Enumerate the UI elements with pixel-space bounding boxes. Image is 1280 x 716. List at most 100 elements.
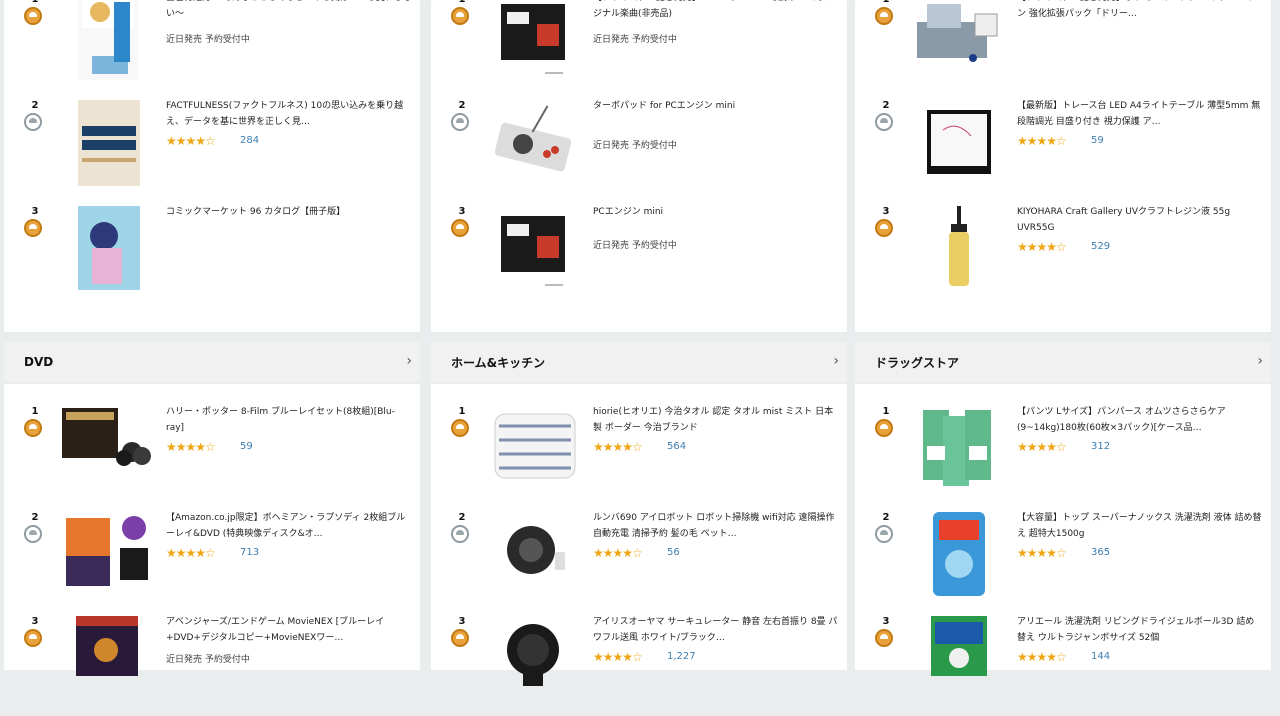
medal-gold-icon <box>875 629 893 647</box>
bestseller-card: 1 hiorie(ヒオリエ) 今治タオル 認定 タオル mist ミスト 日本製… <box>431 384 847 686</box>
review-count[interactable]: 56 <box>667 547 680 558</box>
product-title[interactable]: ルンバ690 アイロボット ロボット掃除機 wifi対応 遠隔操作 自動充電 清… <box>593 510 839 542</box>
product-thumbnail[interactable] <box>62 402 152 490</box>
medal-gold-icon <box>875 419 893 437</box>
list-item[interactable]: 2 ルンバ690 アイロボット ロボット掃除機 wifi対応 遠隔操作 自動充電… <box>431 512 847 612</box>
column-books: 1 自己肯定力 〜そんなこともあるさ…やる気はいつも変わらない〜 近日発売 予約… <box>4 0 420 676</box>
product-title[interactable]: 【パンツ Lサイズ】パンパース オムツさらさらケア (9~14kg)180枚(6… <box>1017 404 1263 436</box>
product-title[interactable]: アイリスオーヤマ サーキュレーター 静音 左右首振り 8畳 パワフル送風 ホワイ… <box>593 614 839 646</box>
list-item[interactable]: 3 KIYOHARA Craft Gallery UVクラフトレジン液 55g … <box>855 206 1271 306</box>
product-thumbnail[interactable] <box>62 100 152 188</box>
category-header[interactable]: ホーム&キッチン › <box>431 342 847 382</box>
product-title[interactable]: ハリー・ポッター 8-Film ブルーレイセット(8枚組)[Blu-ray] <box>166 404 412 436</box>
medal-gold-icon <box>24 419 42 437</box>
medal-gold-icon <box>875 7 893 25</box>
list-item[interactable]: 3 コミックマーケット 96 カタログ【冊子版】 <box>4 206 420 306</box>
product-title[interactable]: 【Amazon.co.jp限定】ボヘミアン・ラプソディ 2枚組ブルーレイ&DVD… <box>166 510 412 542</box>
list-item[interactable]: 3 PCエンジン mini 近日発売 予約受付中 <box>431 206 847 306</box>
list-item[interactable]: 1 【プライムデー記念発売】PCエンジン mini収録ゲームオリジナル楽曲(非売… <box>431 0 847 94</box>
product-thumbnail[interactable] <box>489 406 579 494</box>
star-rating-icon[interactable]: ★★★★☆ <box>593 440 643 454</box>
rank-number: 3 <box>882 206 890 217</box>
category-header[interactable]: ドラッグストア › <box>855 342 1271 382</box>
chevron-right-icon[interactable]: › <box>833 353 839 369</box>
availability-text: 近日発売 予約受付中 <box>593 141 677 151</box>
review-count[interactable]: 59 <box>1091 135 1104 146</box>
product-title[interactable]: アリエール 洗濯洗剤 リビングドライジェルボール3D 詰め替え ウルトラジャンボ… <box>1017 614 1263 646</box>
list-item[interactable]: 1 hiorie(ヒオリエ) 今治タオル 認定 タオル mist ミスト 日本製… <box>431 406 847 506</box>
star-rating-icon[interactable]: ★★★★☆ <box>1017 240 1067 254</box>
product-thumbnail[interactable] <box>489 100 579 188</box>
category-header[interactable]: DVD › <box>4 342 420 382</box>
rank-number: 2 <box>31 100 39 111</box>
product-thumbnail[interactable] <box>489 206 579 294</box>
list-item[interactable]: 2 【大容量】トップ スーパーナノックス 洗濯洗剤 液体 詰め替え 超特大150… <box>855 512 1271 612</box>
bestseller-card-top-left: 1 自己肯定力 〜そんなこともあるさ…やる気はいつも変わらない〜 近日発売 予約… <box>4 0 420 332</box>
product-title[interactable]: 【最新版】トレース台 LED A4ライトテーブル 薄型5mm 無段階調光 目盛り… <box>1017 98 1263 130</box>
product-title[interactable]: KIYOHARA Craft Gallery UVクラフトレジン液 55g UV… <box>1017 204 1263 236</box>
list-item[interactable]: 3 アイリスオーヤマ サーキュレーター 静音 左右首振り 8畳 パワフル送風 ホ… <box>431 616 847 716</box>
list-item[interactable]: 3 アベンジャーズ/エンドゲーム MovieNEX [ブルーレイ+DVD+デジタ… <box>4 616 420 716</box>
medal-silver-icon <box>875 525 893 543</box>
product-thumbnail[interactable] <box>913 0 1003 82</box>
star-rating-icon[interactable]: ★★★★☆ <box>166 546 216 560</box>
star-rating-icon[interactable]: ★★★★☆ <box>593 546 643 560</box>
review-count[interactable]: 365 <box>1091 547 1110 558</box>
review-count[interactable]: 59 <box>240 441 253 452</box>
list-item[interactable]: 2 【Amazon.co.jp限定】ボヘミアン・ラプソディ 2枚組ブルーレイ&D… <box>4 512 420 612</box>
product-title[interactable]: FACTFULNESS(ファクトフルネス) 10の思い込みを乗り越え、データを基… <box>166 98 412 130</box>
list-item[interactable]: 3 アリエール 洗濯洗剤 リビングドライジェルボール3D 詰め替え ウルトラジャ… <box>855 616 1271 716</box>
product-title[interactable]: 【大容量】トップ スーパーナノックス 洗濯洗剤 液体 詰め替え 超特大1500g <box>1017 510 1263 542</box>
rank-number: 1 <box>31 406 39 417</box>
list-item[interactable]: 2 ターボパッド for PCエンジン mini 近日発売 予約受付中 <box>431 100 847 200</box>
star-rating-icon[interactable]: ★★★★☆ <box>166 440 216 454</box>
list-item[interactable]: 2 【最新版】トレース台 LED A4ライトテーブル 薄型5mm 無段階調光 目… <box>855 100 1271 200</box>
rank-number: 1 <box>882 406 890 417</box>
review-count[interactable]: 529 <box>1091 241 1110 252</box>
product-title[interactable]: アベンジャーズ/エンドゲーム MovieNEX [ブルーレイ+DVD+デジタルコ… <box>166 614 412 646</box>
review-count[interactable]: 564 <box>667 441 686 452</box>
product-thumbnail[interactable] <box>489 512 579 600</box>
list-item[interactable]: 2 FACTFULNESS(ファクトフルネス) 10の思い込みを乗り越え、データ… <box>4 100 420 200</box>
star-rating-icon[interactable]: ★★★★☆ <box>166 134 216 148</box>
star-rating-icon[interactable]: ★★★★☆ <box>1017 440 1067 454</box>
rank-number: 2 <box>458 100 466 111</box>
review-count[interactable]: 1,227 <box>667 651 696 662</box>
list-item[interactable]: 1 【パンツ Lサイズ】パンパース オムツさらさらケア (9~14kg)180枚… <box>855 406 1271 506</box>
chevron-right-icon[interactable]: › <box>406 353 412 369</box>
category-title: ドラッグストア <box>875 355 960 370</box>
product-title[interactable]: PCエンジン mini <box>593 204 839 220</box>
bestseller-card-top-middle: 1 【プライムデー記念発売】PCエンジン mini収録ゲームオリジナル楽曲(非売… <box>431 0 847 332</box>
list-item[interactable]: 1 自己肯定力 〜そんなこともあるさ…やる気はいつも変わらない〜 近日発売 予約… <box>4 0 420 94</box>
product-title[interactable]: hiorie(ヒオリエ) 今治タオル 認定 タオル mist ミスト 日本製 ボ… <box>593 404 839 436</box>
product-title[interactable]: 【プライムデー記念発売】ポケモンカードゲーム サン&ムーン 強化拡張パック「ドリ… <box>1017 0 1263 22</box>
chevron-right-icon[interactable]: › <box>1257 353 1263 369</box>
product-thumbnail[interactable] <box>913 512 1003 600</box>
product-thumbnail[interactable] <box>913 616 1003 704</box>
review-count[interactable]: 284 <box>240 135 259 146</box>
list-item[interactable]: 1 ハリー・ポッター 8-Film ブルーレイセット(8枚組)[Blu-ray]… <box>4 406 420 506</box>
review-count[interactable]: 312 <box>1091 441 1110 452</box>
product-title[interactable]: 【プライムデー記念発売】PCエンジン mini収録ゲームオリジナル楽曲(非売品) <box>593 0 839 22</box>
product-thumbnail[interactable] <box>62 0 152 82</box>
product-thumbnail[interactable] <box>62 206 152 294</box>
star-rating-icon[interactable]: ★★★★☆ <box>1017 134 1067 148</box>
review-count[interactable]: 713 <box>240 547 259 558</box>
list-item[interactable]: 1 【プライムデー記念発売】ポケモンカードゲーム サン&ムーン 強化拡張パック「… <box>855 0 1271 94</box>
product-thumbnail[interactable] <box>913 206 1003 294</box>
product-thumbnail[interactable] <box>913 406 1003 494</box>
medal-gold-icon <box>24 629 42 647</box>
product-thumbnail[interactable] <box>62 616 152 704</box>
product-thumbnail[interactable] <box>913 100 1003 188</box>
product-thumbnail[interactable] <box>489 0 579 82</box>
product-title[interactable]: ターボパッド for PCエンジン mini <box>593 98 839 114</box>
product-title[interactable]: 自己肯定力 〜そんなこともあるさ…やる気はいつも変わらない〜 <box>166 0 412 22</box>
product-thumbnail[interactable] <box>489 616 579 704</box>
rank-number: 3 <box>882 616 890 627</box>
product-title[interactable]: コミックマーケット 96 カタログ【冊子版】 <box>166 204 412 220</box>
star-rating-icon[interactable]: ★★★★☆ <box>1017 650 1067 664</box>
review-count[interactable]: 144 <box>1091 651 1110 662</box>
product-thumbnail[interactable] <box>62 512 152 600</box>
star-rating-icon[interactable]: ★★★★☆ <box>1017 546 1067 560</box>
star-rating-icon[interactable]: ★★★★☆ <box>593 650 643 664</box>
